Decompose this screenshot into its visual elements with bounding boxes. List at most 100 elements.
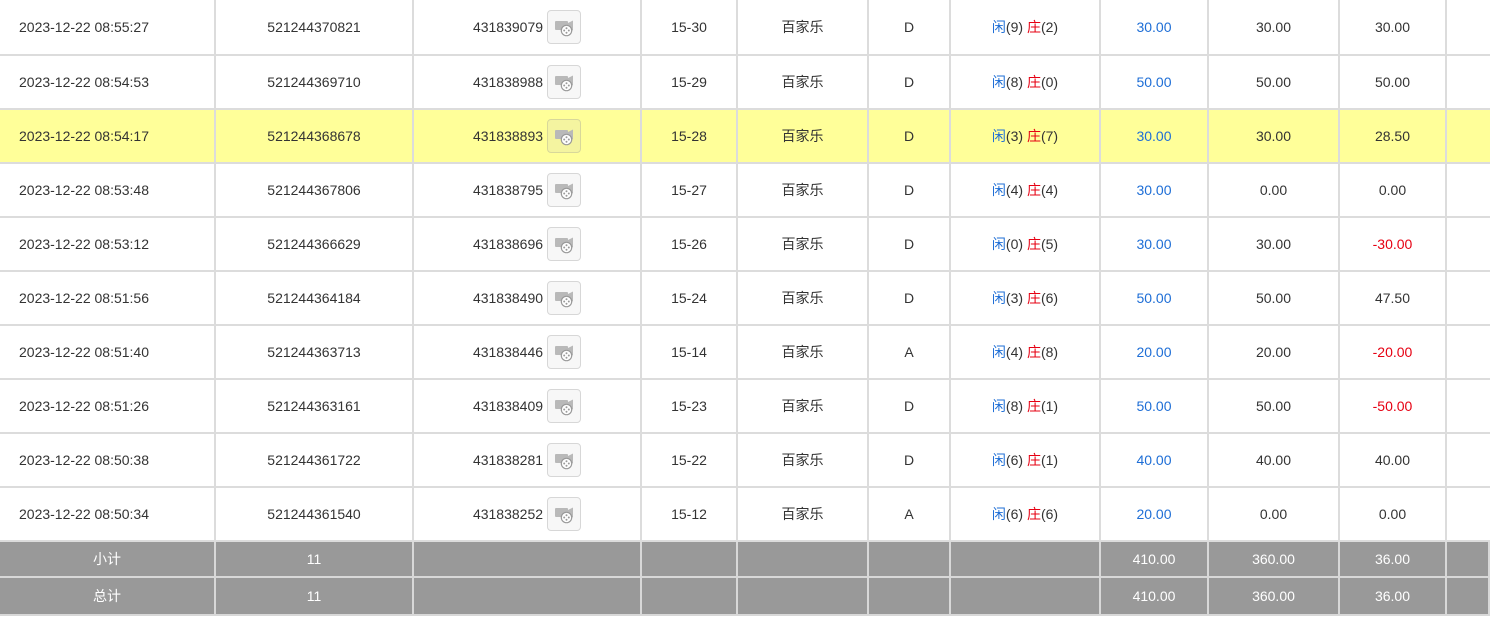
empty-cell <box>951 578 1101 614</box>
table-row[interactable]: 2023-12-22 08:53:12 521244366629 431838696… <box>0 218 1490 272</box>
order-number: 521244368678 <box>216 110 414 162</box>
win-loss-amount: 50.00 <box>1340 56 1447 108</box>
banker-points: (5) <box>1040 236 1059 252</box>
order-number: 521244366629 <box>216 218 414 270</box>
game-number: 431838795 <box>472 182 544 198</box>
video-replay-button[interactable] <box>547 10 582 44</box>
bet-time: 2023-12-22 08:54:17 <box>0 110 216 162</box>
table-code: A <box>869 326 951 378</box>
order-number: 521244363161 <box>216 380 414 432</box>
bet-time: 2023-12-22 08:53:12 <box>0 218 216 270</box>
bet-amount: 20.00 <box>1101 488 1209 540</box>
video-replay-button[interactable] <box>547 227 582 261</box>
valid-bet-amount: 20.00 <box>1209 326 1340 378</box>
valid-bet-amount: 50.00 <box>1209 56 1340 108</box>
round-result: 闲 (8) 庄 (0) <box>951 56 1101 108</box>
bet-time: 2023-12-22 08:50:38 <box>0 434 216 486</box>
game-type: 百家乐 <box>738 56 869 108</box>
player-points: (6) <box>1005 506 1024 522</box>
subtotal-row: 小计 11 410.00 360.00 36.00 <box>0 542 1490 578</box>
table-row[interactable]: 2023-12-22 08:54:53 521244369710 431838988… <box>0 56 1490 110</box>
banker-label: 庄 <box>1026 74 1041 90</box>
video-replay-button[interactable] <box>547 497 582 531</box>
game-type: 百家乐 <box>738 272 869 324</box>
shoe-round: 15-24 <box>642 272 738 324</box>
game-number-cell: 431838696 <box>414 218 642 270</box>
video-replay-icon-svg <box>555 453 574 470</box>
video-replay-icon <box>553 342 575 362</box>
video-replay-icon-svg <box>555 129 574 146</box>
empty-cell <box>414 578 642 614</box>
shoe-round: 15-30 <box>642 0 738 54</box>
bet-amount: 30.00 <box>1101 110 1209 162</box>
video-replay-button[interactable] <box>547 335 582 369</box>
table-code: D <box>869 110 951 162</box>
video-replay-icon-svg <box>555 345 574 362</box>
banker-label: 庄 <box>1026 452 1041 468</box>
valid-bet-amount: 30.00 <box>1209 218 1340 270</box>
table-code: D <box>869 56 951 108</box>
table-row[interactable]: 2023-12-22 08:50:38 521244361722 431838281… <box>0 434 1490 488</box>
total-count: 11 <box>216 578 414 614</box>
video-replay-icon-svg <box>555 237 574 254</box>
game-number-cell: 431838409 <box>414 380 642 432</box>
round-result: 闲 (4) 庄 (4) <box>951 164 1101 216</box>
player-points: (0) <box>1005 236 1024 252</box>
game-number-cell: 431838281 <box>414 434 642 486</box>
empty-cell <box>642 542 738 576</box>
banker-points: (8) <box>1040 344 1059 360</box>
table-code: D <box>869 164 951 216</box>
banker-points: (7) <box>1040 128 1059 144</box>
video-replay-button[interactable] <box>547 65 582 99</box>
win-loss-amount: 0.00 <box>1340 488 1447 540</box>
video-replay-icon <box>553 17 575 37</box>
table-row[interactable]: 2023-12-22 08:55:27 521244370821 431839079… <box>0 0 1490 56</box>
video-replay-button[interactable] <box>547 443 582 477</box>
player-label: 闲 <box>991 398 1006 414</box>
bet-amount: 30.00 <box>1101 164 1209 216</box>
video-replay-button[interactable] <box>547 281 582 315</box>
empty-cell <box>951 542 1101 576</box>
video-replay-button[interactable] <box>547 173 582 207</box>
trailing-cell <box>1447 110 1490 162</box>
game-number: 431838696 <box>472 236 544 252</box>
table-row[interactable]: 2023-12-22 08:54:17 521244368678 431838893… <box>0 110 1490 164</box>
game-type: 百家乐 <box>738 110 869 162</box>
table-row[interactable]: 2023-12-22 08:50:34 521244361540 431838252… <box>0 488 1490 542</box>
subtotal-win-loss-total: 36.00 <box>1340 542 1447 576</box>
video-replay-button[interactable] <box>547 389 582 423</box>
player-label: 闲 <box>991 19 1006 35</box>
valid-bet-amount: 0.00 <box>1209 164 1340 216</box>
total-valid-bet-total: 360.00 <box>1209 578 1340 614</box>
shoe-round: 15-14 <box>642 326 738 378</box>
table-row[interactable]: 2023-12-22 08:51:26 521244363161 431838409… <box>0 380 1490 434</box>
shoe-round: 15-22 <box>642 434 738 486</box>
video-replay-icon-svg <box>555 291 574 308</box>
empty-cell <box>869 542 951 576</box>
empty-cell <box>642 578 738 614</box>
table-row[interactable]: 2023-12-22 08:53:48 521244367806 431838795… <box>0 164 1490 218</box>
trailing-cell <box>1447 380 1490 432</box>
player-points: (8) <box>1005 398 1024 414</box>
table-row[interactable]: 2023-12-22 08:51:40 521244363713 431838446… <box>0 326 1490 380</box>
table-row[interactable]: 2023-12-22 08:51:56 521244364184 431838490… <box>0 272 1490 326</box>
player-label: 闲 <box>991 182 1006 198</box>
bet-amount: 20.00 <box>1101 326 1209 378</box>
table-code: D <box>869 272 951 324</box>
round-result: 闲 (3) 庄 (6) <box>951 272 1101 324</box>
round-result: 闲 (4) 庄 (8) <box>951 326 1101 378</box>
shoe-round: 15-29 <box>642 56 738 108</box>
player-label: 闲 <box>991 452 1006 468</box>
order-number: 521244367806 <box>216 164 414 216</box>
trailing-cell <box>1447 56 1490 108</box>
table-code: A <box>869 488 951 540</box>
video-replay-icon <box>553 450 575 470</box>
subtotal-valid-bet-total: 360.00 <box>1209 542 1340 576</box>
video-replay-button[interactable] <box>547 119 582 153</box>
bet-amount: 50.00 <box>1101 380 1209 432</box>
round-result: 闲 (0) 庄 (5) <box>951 218 1101 270</box>
game-number-cell: 431838446 <box>414 326 642 378</box>
game-number: 431839079 <box>472 19 544 35</box>
banker-points: (6) <box>1040 506 1059 522</box>
game-number: 431838252 <box>472 506 544 522</box>
